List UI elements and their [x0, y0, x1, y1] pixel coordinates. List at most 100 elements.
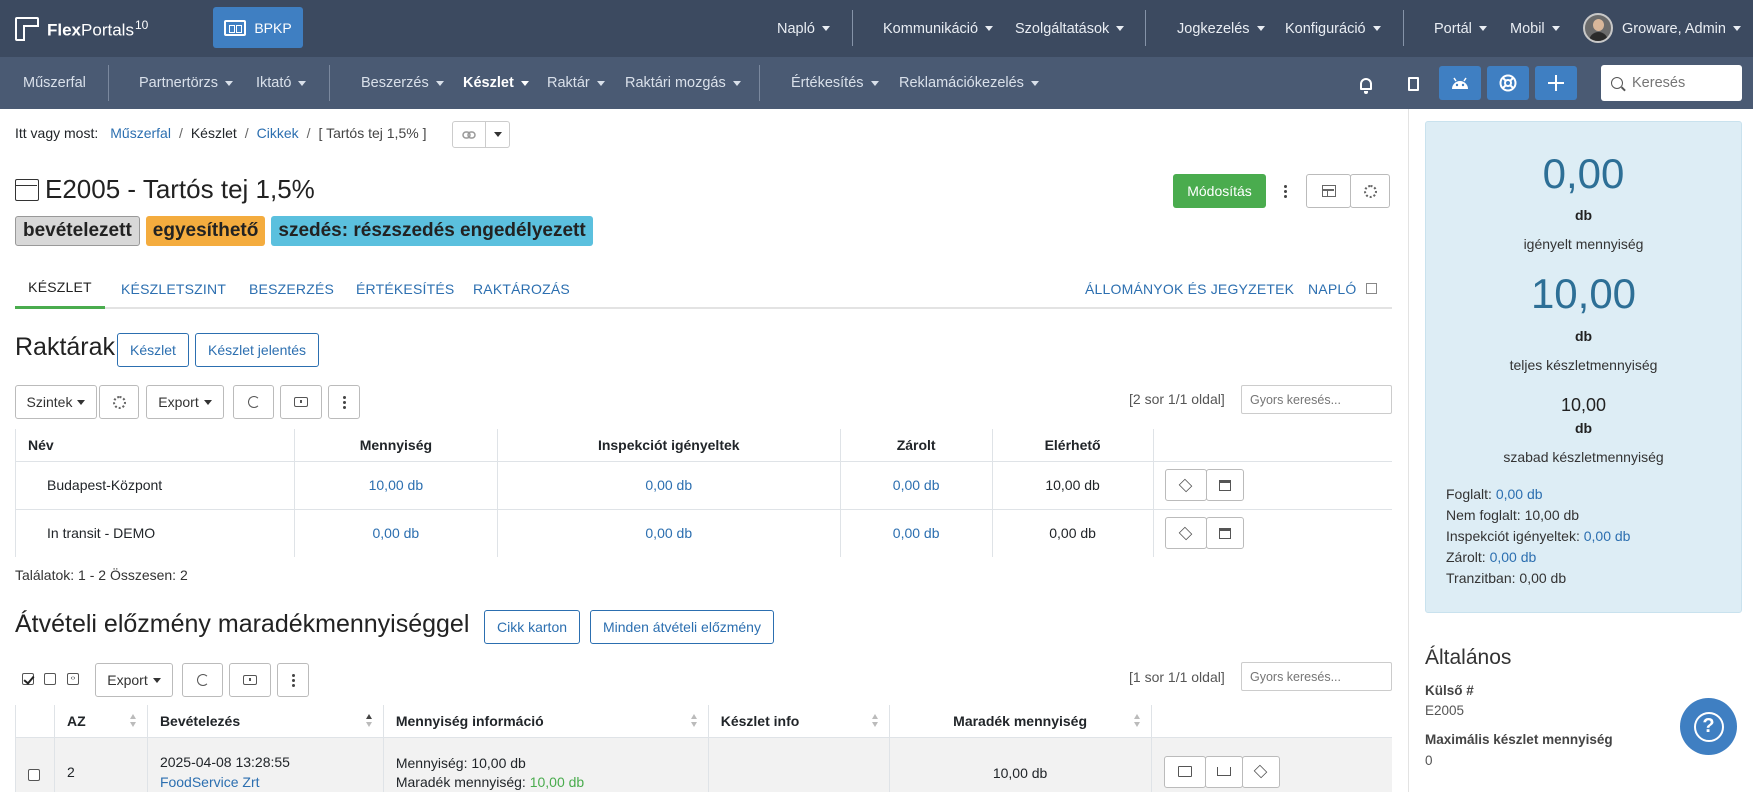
stock-info [708, 736, 890, 792]
topnav-mobil[interactable]: Mobil [1510, 0, 1560, 57]
deselect-checkbox[interactable] [44, 673, 56, 685]
refresh-button[interactable] [233, 385, 274, 419]
calendar-button[interactable] [1205, 469, 1244, 501]
subnav-beszerzes[interactable]: Beszerzés [361, 57, 444, 109]
refresh-icon [196, 674, 209, 686]
levels-dropdown[interactable]: Szintek [15, 385, 97, 419]
copy-link-button[interactable] [452, 121, 510, 148]
topnav-jogkezeles[interactable]: Jogkezelés [1177, 0, 1265, 57]
qty-link[interactable]: 10,00 db [294, 460, 498, 509]
more-options-button[interactable] [328, 385, 360, 419]
column-header-remaining[interactable]: Maradék mennyiség [889, 705, 1152, 737]
document-icon[interactable] [1405, 67, 1421, 100]
edit-button[interactable]: Módosítás [1173, 174, 1266, 208]
locked-link[interactable]: 0,00 db [840, 460, 993, 509]
stock-layers-button[interactable] [1241, 755, 1280, 788]
warehouses-heading: Raktárak [15, 333, 116, 361]
locked-link[interactable]: 0,00 db [840, 508, 993, 557]
partner-link[interactable]: FoodService Zrt [160, 774, 383, 790]
columns-button[interactable] [280, 385, 322, 419]
total-quantity: 10,00 [1530, 270, 1637, 317]
status-badge: szedés: részszedés engedélyezett [271, 216, 593, 246]
app-logo[interactable]: FlexPortals10 [15, 15, 148, 43]
table-settings-button[interactable] [99, 385, 139, 419]
workspace-button[interactable]: BPKP [213, 7, 303, 48]
subnav-keszlet[interactable]: Készlet [463, 57, 529, 109]
inspection-link[interactable]: 0,00 db [497, 508, 841, 557]
subnav-muszerfal[interactable]: Műszerfal [23, 57, 86, 109]
breadcrumb-cikkek[interactable]: Cikkek [257, 125, 299, 141]
column-header-id[interactable]: AZ [54, 705, 148, 737]
tab-raktarozas[interactable]: RAKTÁROZÁS [473, 268, 570, 309]
columns-button[interactable] [229, 663, 271, 697]
qty-link[interactable]: 0,00 db [294, 508, 498, 557]
help-button[interactable]: ? [1680, 698, 1737, 755]
tab-keszlet[interactable]: KÉSZLET [15, 268, 105, 309]
support-icon[interactable] [1487, 66, 1529, 100]
subnav-raktar[interactable]: Raktár [547, 57, 605, 109]
inspection-link[interactable]: 0,00 db [1584, 528, 1631, 544]
subnav-partnertorzs[interactable]: Partnertörzs [139, 57, 233, 109]
more-icon [342, 395, 346, 409]
folder-icon [1177, 766, 1192, 777]
locked-link[interactable]: 0,00 db [1490, 549, 1537, 565]
reserved-link[interactable]: 0,00 db [1496, 486, 1543, 502]
column-header-date[interactable]: Bevételezés [147, 705, 384, 737]
stock-layers-button[interactable] [1164, 517, 1207, 550]
table-row: Budapest-Központ 10,00 db 0,00 db 0,00 d… [15, 460, 1392, 509]
topnav-konfiguracio[interactable]: Konfiguráció [1285, 0, 1381, 57]
layout-button[interactable] [1306, 174, 1351, 208]
bell-icon[interactable] [1358, 67, 1374, 100]
more-icon[interactable] [1278, 178, 1292, 204]
select-all-checkbox[interactable] [22, 673, 34, 685]
chevron-down-icon[interactable] [486, 122, 509, 147]
more-options-button[interactable] [277, 663, 309, 697]
row-checkbox[interactable] [28, 768, 40, 781]
invert-selection-icon[interactable]: ‹› [67, 673, 79, 685]
cart-button[interactable] [1204, 755, 1243, 788]
tab-naplo[interactable]: NAPLÓ [1308, 268, 1378, 309]
package-icon [15, 178, 39, 201]
sort-icon [690, 714, 698, 728]
column-header-stock-info[interactable]: Készlet info [708, 705, 890, 737]
calendar-button[interactable] [1205, 517, 1244, 550]
quick-search-input[interactable] [1241, 662, 1392, 691]
topnav-kommunikacio[interactable]: Kommunikáció [883, 0, 994, 57]
item-card-button[interactable]: Cikk karton [484, 610, 581, 644]
settings-button[interactable] [1350, 174, 1390, 208]
android-icon[interactable] [1439, 66, 1481, 100]
tab-ertekesites[interactable]: ÉRTÉKESÍTÉS [356, 268, 454, 309]
subnav-ertekesites[interactable]: Értékesítés [791, 57, 879, 109]
subnav-raktari-mozgas[interactable]: Raktári mozgás [625, 57, 741, 109]
inspection-link[interactable]: 0,00 db [497, 460, 841, 509]
stock-layers-button[interactable] [1164, 469, 1207, 501]
tab-keszletszint[interactable]: KÉSZLETSZINT [121, 268, 226, 309]
tab-beszerzes[interactable]: BESZERZÉS [249, 268, 334, 309]
refresh-button[interactable] [182, 663, 223, 697]
open-folder-button[interactable] [1163, 755, 1206, 788]
tab-allomanyok[interactable]: ÁLLOMÁNYOK ÉS JEGYZETEK [1085, 268, 1294, 309]
topnav-naplo[interactable]: Napló [777, 0, 830, 57]
export-dropdown[interactable]: Export [95, 663, 173, 697]
status-badge: bevételezett [15, 216, 140, 246]
user-menu[interactable]: Groware, Admin [1622, 0, 1741, 57]
table-row: 2 2025-04-08 13:28:55 FoodService Zrt Me… [15, 736, 1392, 792]
subnav-reklamaciokezeles[interactable]: Reklamációkezelés [899, 57, 1039, 109]
global-search[interactable] [1601, 65, 1742, 101]
export-dropdown[interactable]: Export [146, 385, 224, 419]
search-icon [1611, 77, 1623, 89]
all-receipts-button[interactable]: Minden átvételi előzmény [590, 610, 774, 644]
breadcrumb-muszerfal[interactable]: Műszerfal [110, 125, 171, 141]
subnav-iktato[interactable]: Iktató [256, 57, 307, 109]
stock-report-button[interactable]: Készlet jelentés [195, 333, 320, 367]
quick-search-input[interactable] [1241, 385, 1392, 414]
stock-button[interactable]: Készlet [117, 333, 189, 367]
topnav-szolgaltatasok[interactable]: Szolgáltatások [1015, 0, 1125, 57]
sort-icon [129, 714, 137, 728]
avatar[interactable] [1583, 13, 1613, 43]
column-header [1153, 429, 1392, 461]
search-input[interactable] [1632, 75, 1732, 91]
column-header-qty-info[interactable]: Mennyiség információ [383, 705, 709, 737]
plus-icon[interactable] [1535, 66, 1577, 100]
topnav-portal[interactable]: Portál [1434, 0, 1487, 57]
